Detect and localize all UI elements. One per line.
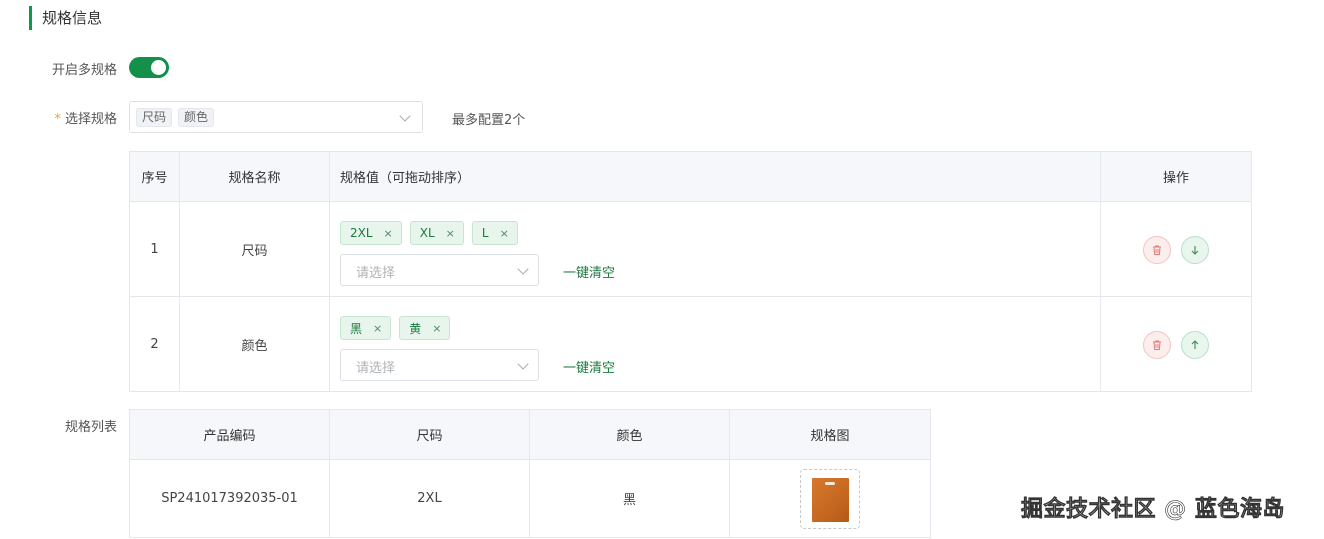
spec-image-upload[interactable] bbox=[800, 468, 860, 529]
move-down-button[interactable] bbox=[1181, 236, 1209, 264]
tag-label: L bbox=[481, 226, 489, 240]
size-cell: 2XL bbox=[329, 459, 530, 538]
close-icon[interactable]: × bbox=[500, 227, 509, 240]
col-index: 序号 bbox=[129, 151, 180, 202]
operations-cell bbox=[1100, 201, 1252, 297]
spec-list-label: 规格列表 bbox=[64, 420, 117, 435]
spec-value-select[interactable]: 请选择 bbox=[340, 254, 539, 286]
tag-label: 2XL bbox=[350, 226, 373, 240]
move-up-button[interactable] bbox=[1181, 331, 1209, 359]
col-product-code: 产品编码 bbox=[129, 409, 330, 460]
spec-table-header: 序号 规格名称 规格值（可拖动排序） 操作 bbox=[129, 151, 1252, 202]
spec-values-cell: 黑 × 黄 × 请选择 一键清空 bbox=[329, 296, 1101, 392]
row-index: 2 bbox=[129, 296, 180, 392]
arrow-down-icon bbox=[1191, 246, 1199, 255]
row-spec-name: 尺码 bbox=[179, 201, 330, 297]
col-spec-name: 规格名称 bbox=[179, 151, 330, 202]
watermark: 掘金技术社区 @ 蓝色海岛 bbox=[1021, 497, 1285, 523]
select-spec-label: * 选择规格 bbox=[7, 108, 117, 127]
spec-table: 序号 规格名称 规格值（可拖动排序） 操作 1 尺码 2XL × XL × L × 请… bbox=[129, 151, 1252, 392]
toggle-knob bbox=[151, 60, 166, 75]
col-size: 尺码 bbox=[329, 409, 530, 460]
required-mark: * bbox=[54, 112, 61, 127]
spec-list-table: 产品编码 尺码 颜色 规格图 SP241017392035-01 2XL 黑 bbox=[129, 409, 931, 538]
select-placeholder: 请选择 bbox=[356, 361, 396, 376]
multi-spec-toggle[interactable] bbox=[129, 57, 169, 78]
table-row: SP241017392035-01 2XL 黑 bbox=[129, 459, 931, 538]
spec-list-header: 产品编码 尺码 颜色 规格图 bbox=[129, 409, 931, 460]
selected-spec-tag: 颜色 bbox=[178, 108, 215, 127]
spec-image-cell bbox=[729, 459, 931, 538]
tag-label: 黑 bbox=[350, 321, 363, 336]
spec-value-tag[interactable]: XL × bbox=[409, 221, 464, 245]
col-color: 颜色 bbox=[529, 409, 730, 460]
row-spec-name: 颜色 bbox=[179, 296, 330, 392]
chevron-down-icon bbox=[517, 263, 529, 275]
arrow-up-icon bbox=[1191, 340, 1199, 349]
col-spec-image: 规格图 bbox=[729, 409, 931, 460]
spec-multi-select[interactable]: 尺码 颜色 bbox=[129, 101, 423, 133]
delete-button[interactable] bbox=[1143, 331, 1171, 359]
clear-all-link[interactable]: 一键清空 bbox=[563, 262, 615, 281]
close-icon[interactable]: × bbox=[384, 227, 393, 240]
spec-value-tag[interactable]: 2XL × bbox=[340, 221, 402, 245]
spec-values-cell: 2XL × XL × L × 请选择 一键清空 bbox=[329, 201, 1101, 297]
operations-cell bbox=[1100, 296, 1252, 392]
close-icon[interactable]: × bbox=[432, 322, 441, 335]
col-operations: 操作 bbox=[1100, 151, 1252, 202]
trash-icon bbox=[1153, 340, 1161, 350]
select-spec-label-text: 选择规格 bbox=[64, 112, 117, 127]
product-thumbnail bbox=[812, 477, 849, 522]
selected-spec-tag: 尺码 bbox=[136, 108, 173, 127]
color-cell: 黑 bbox=[529, 459, 730, 538]
product-code-cell: SP241017392035-01 bbox=[129, 459, 330, 538]
spec-value-select[interactable]: 请选择 bbox=[340, 349, 539, 381]
close-icon[interactable]: × bbox=[446, 227, 455, 240]
clear-all-link[interactable]: 一键清空 bbox=[563, 357, 615, 376]
spec-value-tag[interactable]: L × bbox=[471, 221, 518, 245]
delete-button[interactable] bbox=[1143, 236, 1171, 264]
chevron-down-icon bbox=[517, 358, 529, 370]
multi-spec-label: 开启多规格 bbox=[51, 63, 117, 78]
spec-limit-hint: 最多配置2个 bbox=[452, 113, 526, 128]
spec-value-tag[interactable]: 黄 × bbox=[399, 316, 451, 340]
chevron-down-icon bbox=[399, 110, 411, 122]
row-index: 1 bbox=[129, 201, 180, 297]
section-title: 规格信息 bbox=[29, 6, 102, 30]
table-row: 2 颜色 黑 × 黄 × 请选择 一键清空 bbox=[129, 296, 1252, 392]
select-placeholder: 请选择 bbox=[356, 266, 396, 281]
trash-icon bbox=[1153, 245, 1161, 255]
tag-label: XL bbox=[419, 226, 435, 240]
close-icon[interactable]: × bbox=[373, 322, 382, 335]
tag-label: 黄 bbox=[409, 321, 422, 336]
spec-value-tag[interactable]: 黑 × bbox=[340, 316, 392, 340]
table-row: 1 尺码 2XL × XL × L × 请选择 一键清空 bbox=[129, 201, 1252, 297]
col-spec-values: 规格值（可拖动排序） bbox=[329, 151, 1101, 202]
